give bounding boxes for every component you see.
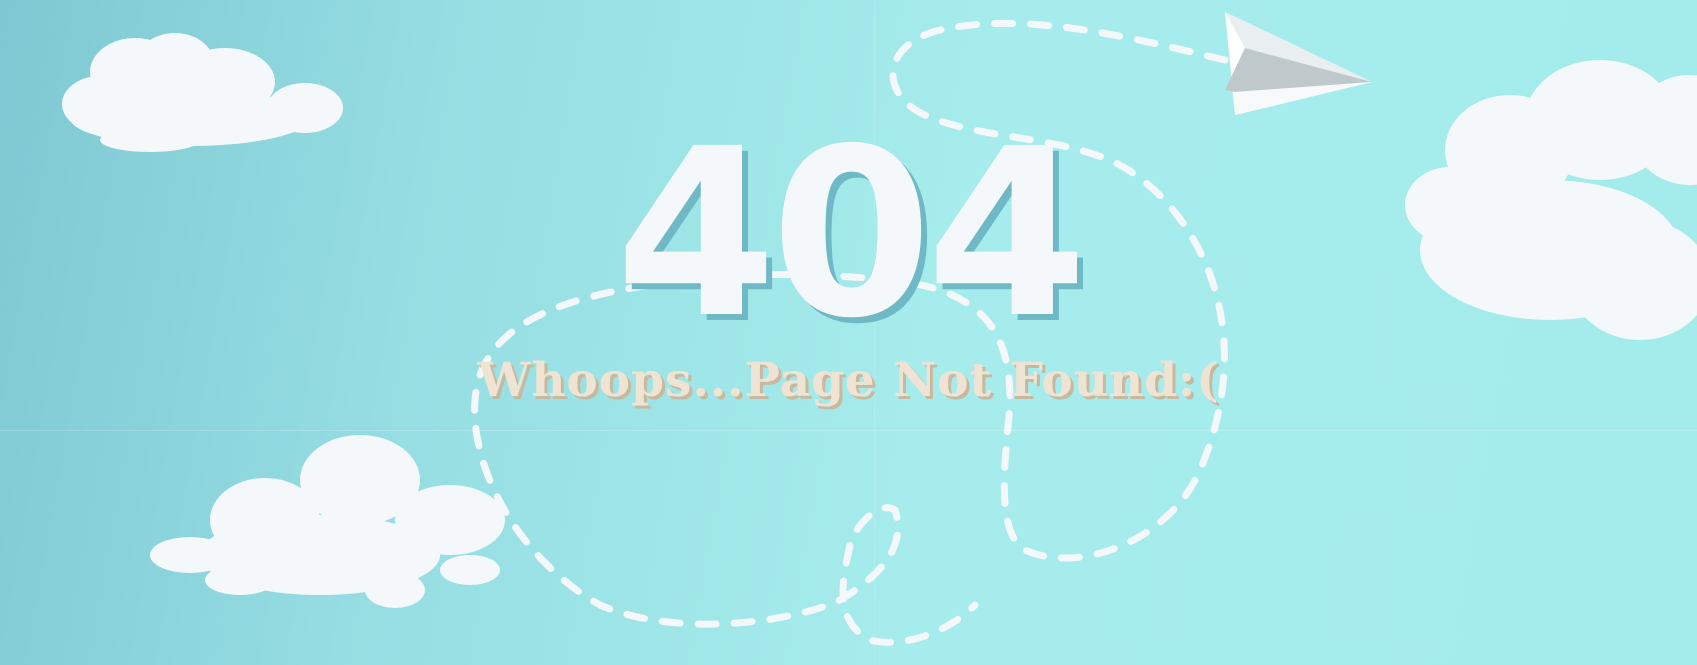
paper-plane-icon [1225,12,1372,115]
error-message: Whoops...Page Not Found:( [477,353,1220,408]
cloud-icon [150,435,505,608]
error-code-heading: 404 [615,99,1087,369]
background-seam-horizontal [0,430,1697,431]
error-404-scene: 404 Whoops...Page Not Found:( [0,0,1697,665]
